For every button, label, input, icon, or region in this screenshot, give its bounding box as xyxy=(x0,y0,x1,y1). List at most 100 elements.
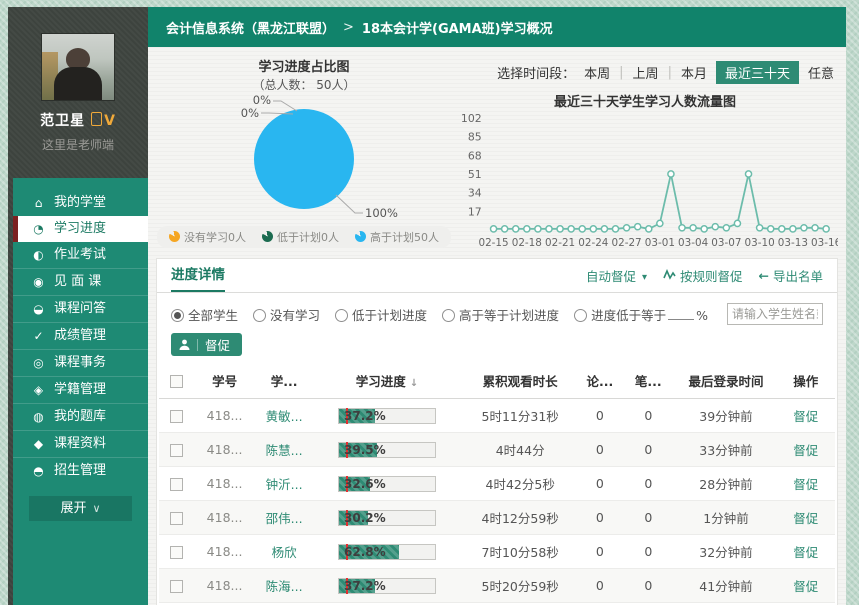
data-point[interactable] xyxy=(491,226,497,232)
data-point[interactable] xyxy=(624,225,630,231)
panel-action-2[interactable]: ←导出名单 xyxy=(759,266,824,285)
data-point[interactable] xyxy=(701,226,707,232)
urge-button[interactable]: 督促 xyxy=(171,333,242,356)
data-point[interactable] xyxy=(601,226,607,232)
row-checkbox[interactable] xyxy=(170,478,183,491)
urge-action-link[interactable]: 督促 xyxy=(776,399,835,433)
urge-action-link[interactable]: 督促 xyxy=(776,501,835,535)
student-id[interactable]: 418... xyxy=(193,501,256,535)
student-id[interactable]: 418... xyxy=(193,399,256,433)
data-point[interactable] xyxy=(768,226,774,232)
sidebar-item-5[interactable]: ✓成绩管理 xyxy=(13,322,148,349)
data-point[interactable] xyxy=(679,225,685,231)
data-point[interactable] xyxy=(812,225,818,231)
student-id[interactable]: 418... xyxy=(193,535,256,569)
sidebar-item-7[interactable]: ◈学籍管理 xyxy=(13,376,148,403)
data-point[interactable] xyxy=(757,225,763,231)
data-point[interactable] xyxy=(546,226,552,232)
sidebar-item-9[interactable]: ◆课程资料 xyxy=(13,430,148,457)
percent-input[interactable] xyxy=(668,308,694,320)
panel-action-1[interactable]: 按规则督促 xyxy=(663,266,743,285)
data-point[interactable] xyxy=(801,225,807,231)
data-point[interactable] xyxy=(568,226,574,232)
data-point[interactable] xyxy=(723,225,729,231)
student-name-link[interactable]: 杨欣 xyxy=(256,535,313,569)
student-name-link[interactable]: 邵伟... xyxy=(256,501,313,535)
data-point[interactable] xyxy=(690,225,696,231)
sidebar-item-6[interactable]: ◎课程事务 xyxy=(13,349,148,376)
sidebar-item-1[interactable]: ◔学习进度 xyxy=(13,216,148,242)
data-point[interactable] xyxy=(823,226,829,232)
time-option-2[interactable]: 本月 xyxy=(681,63,707,82)
data-point[interactable] xyxy=(579,226,585,232)
column-header[interactable]: 学... xyxy=(256,363,313,399)
data-point[interactable] xyxy=(590,226,596,232)
column-header[interactable]: 操作 xyxy=(776,363,835,399)
column-header[interactable]: 笔... xyxy=(621,363,675,399)
time-option-4[interactable]: 任意 xyxy=(808,63,834,82)
student-id[interactable]: 418... xyxy=(193,433,256,467)
sidebar-item-8[interactable]: ◍我的题库 xyxy=(13,403,148,430)
legend-item[interactable]: 低于计划0人 xyxy=(262,229,339,245)
data-point[interactable] xyxy=(745,171,751,177)
time-option-3[interactable]: 最近三十天 xyxy=(716,61,799,84)
pie-slice-above-plan[interactable] xyxy=(254,109,354,209)
row-checkbox[interactable] xyxy=(170,580,183,593)
avatar[interactable] xyxy=(41,33,115,101)
filter-radio-0[interactable]: 全部学生 xyxy=(171,305,238,324)
data-point[interactable] xyxy=(668,171,674,177)
row-checkbox[interactable] xyxy=(170,444,183,457)
student-name-link[interactable]: 钟沂... xyxy=(256,467,313,501)
urge-action-link[interactable]: 督促 xyxy=(776,467,835,501)
row-checkbox[interactable] xyxy=(170,512,183,525)
row-checkbox[interactable] xyxy=(170,546,183,559)
filter-radio-3[interactable]: 高于等于计划进度 xyxy=(442,305,559,324)
data-point[interactable] xyxy=(524,226,530,232)
sidebar-item-3[interactable]: ◉见 面 课 xyxy=(13,268,148,295)
search-input[interactable] xyxy=(727,303,823,325)
filter-radio-4[interactable]: 进度低于等于% xyxy=(574,305,708,324)
data-point[interactable] xyxy=(513,226,519,232)
student-name-link[interactable]: 陈慧... xyxy=(256,433,313,467)
column-header[interactable]: 论... xyxy=(579,363,621,399)
column-header[interactable]: 学号 xyxy=(193,363,256,399)
data-point[interactable] xyxy=(635,224,641,230)
sidebar-item-2[interactable]: ◐作业考试 xyxy=(13,242,148,268)
student-name-link[interactable]: 陈海... xyxy=(256,569,313,603)
data-point[interactable] xyxy=(790,226,796,232)
urge-action-link[interactable]: 督促 xyxy=(776,535,835,569)
data-point[interactable] xyxy=(557,226,563,232)
panel-action-0[interactable]: 自动督促▾ xyxy=(586,266,647,285)
sidebar-item-10[interactable]: ◓招生管理 xyxy=(13,457,148,484)
column-header[interactable]: 学习进度↓ xyxy=(312,363,461,399)
column-header[interactable]: 最后登录时间 xyxy=(676,363,777,399)
data-point[interactable] xyxy=(612,226,618,232)
student-name-link[interactable]: 黄敏... xyxy=(256,399,313,433)
student-id[interactable]: 418... xyxy=(193,569,256,603)
tab-progress-detail[interactable]: 进度详情 xyxy=(171,259,225,292)
data-point[interactable] xyxy=(657,220,663,226)
data-point[interactable] xyxy=(779,226,785,232)
row-checkbox[interactable] xyxy=(170,410,183,423)
student-id[interactable]: 418... xyxy=(193,467,256,501)
urge-action-link[interactable]: 督促 xyxy=(776,569,835,603)
data-point[interactable] xyxy=(734,220,740,226)
sidebar-item-0[interactable]: ⌂我的学堂 xyxy=(13,190,148,216)
urge-action-link[interactable]: 督促 xyxy=(776,433,835,467)
legend-item[interactable]: 高于计划50人 xyxy=(355,229,439,245)
legend-item[interactable]: 没有学习0人 xyxy=(169,229,246,245)
breadcrumb-parent[interactable]: 会计信息系统（黑龙江联盟） xyxy=(166,18,335,37)
data-point[interactable] xyxy=(535,226,541,232)
data-point[interactable] xyxy=(502,226,508,232)
expand-button[interactable]: 展开∨ xyxy=(29,496,132,521)
time-option-1[interactable]: 上周 xyxy=(633,63,659,82)
data-point[interactable] xyxy=(646,226,652,232)
sort-descending-icon[interactable]: ↓ xyxy=(410,378,418,389)
data-point[interactable] xyxy=(712,224,718,230)
select-all-checkbox[interactable] xyxy=(170,375,183,388)
time-option-0[interactable]: 本周 xyxy=(584,63,610,82)
filter-radio-2[interactable]: 低于计划进度 xyxy=(335,305,427,324)
column-header[interactable]: 累积观看时长 xyxy=(462,363,579,399)
sidebar-item-4[interactable]: ◒课程问答 xyxy=(13,295,148,322)
filter-radio-1[interactable]: 没有学习 xyxy=(253,305,320,324)
